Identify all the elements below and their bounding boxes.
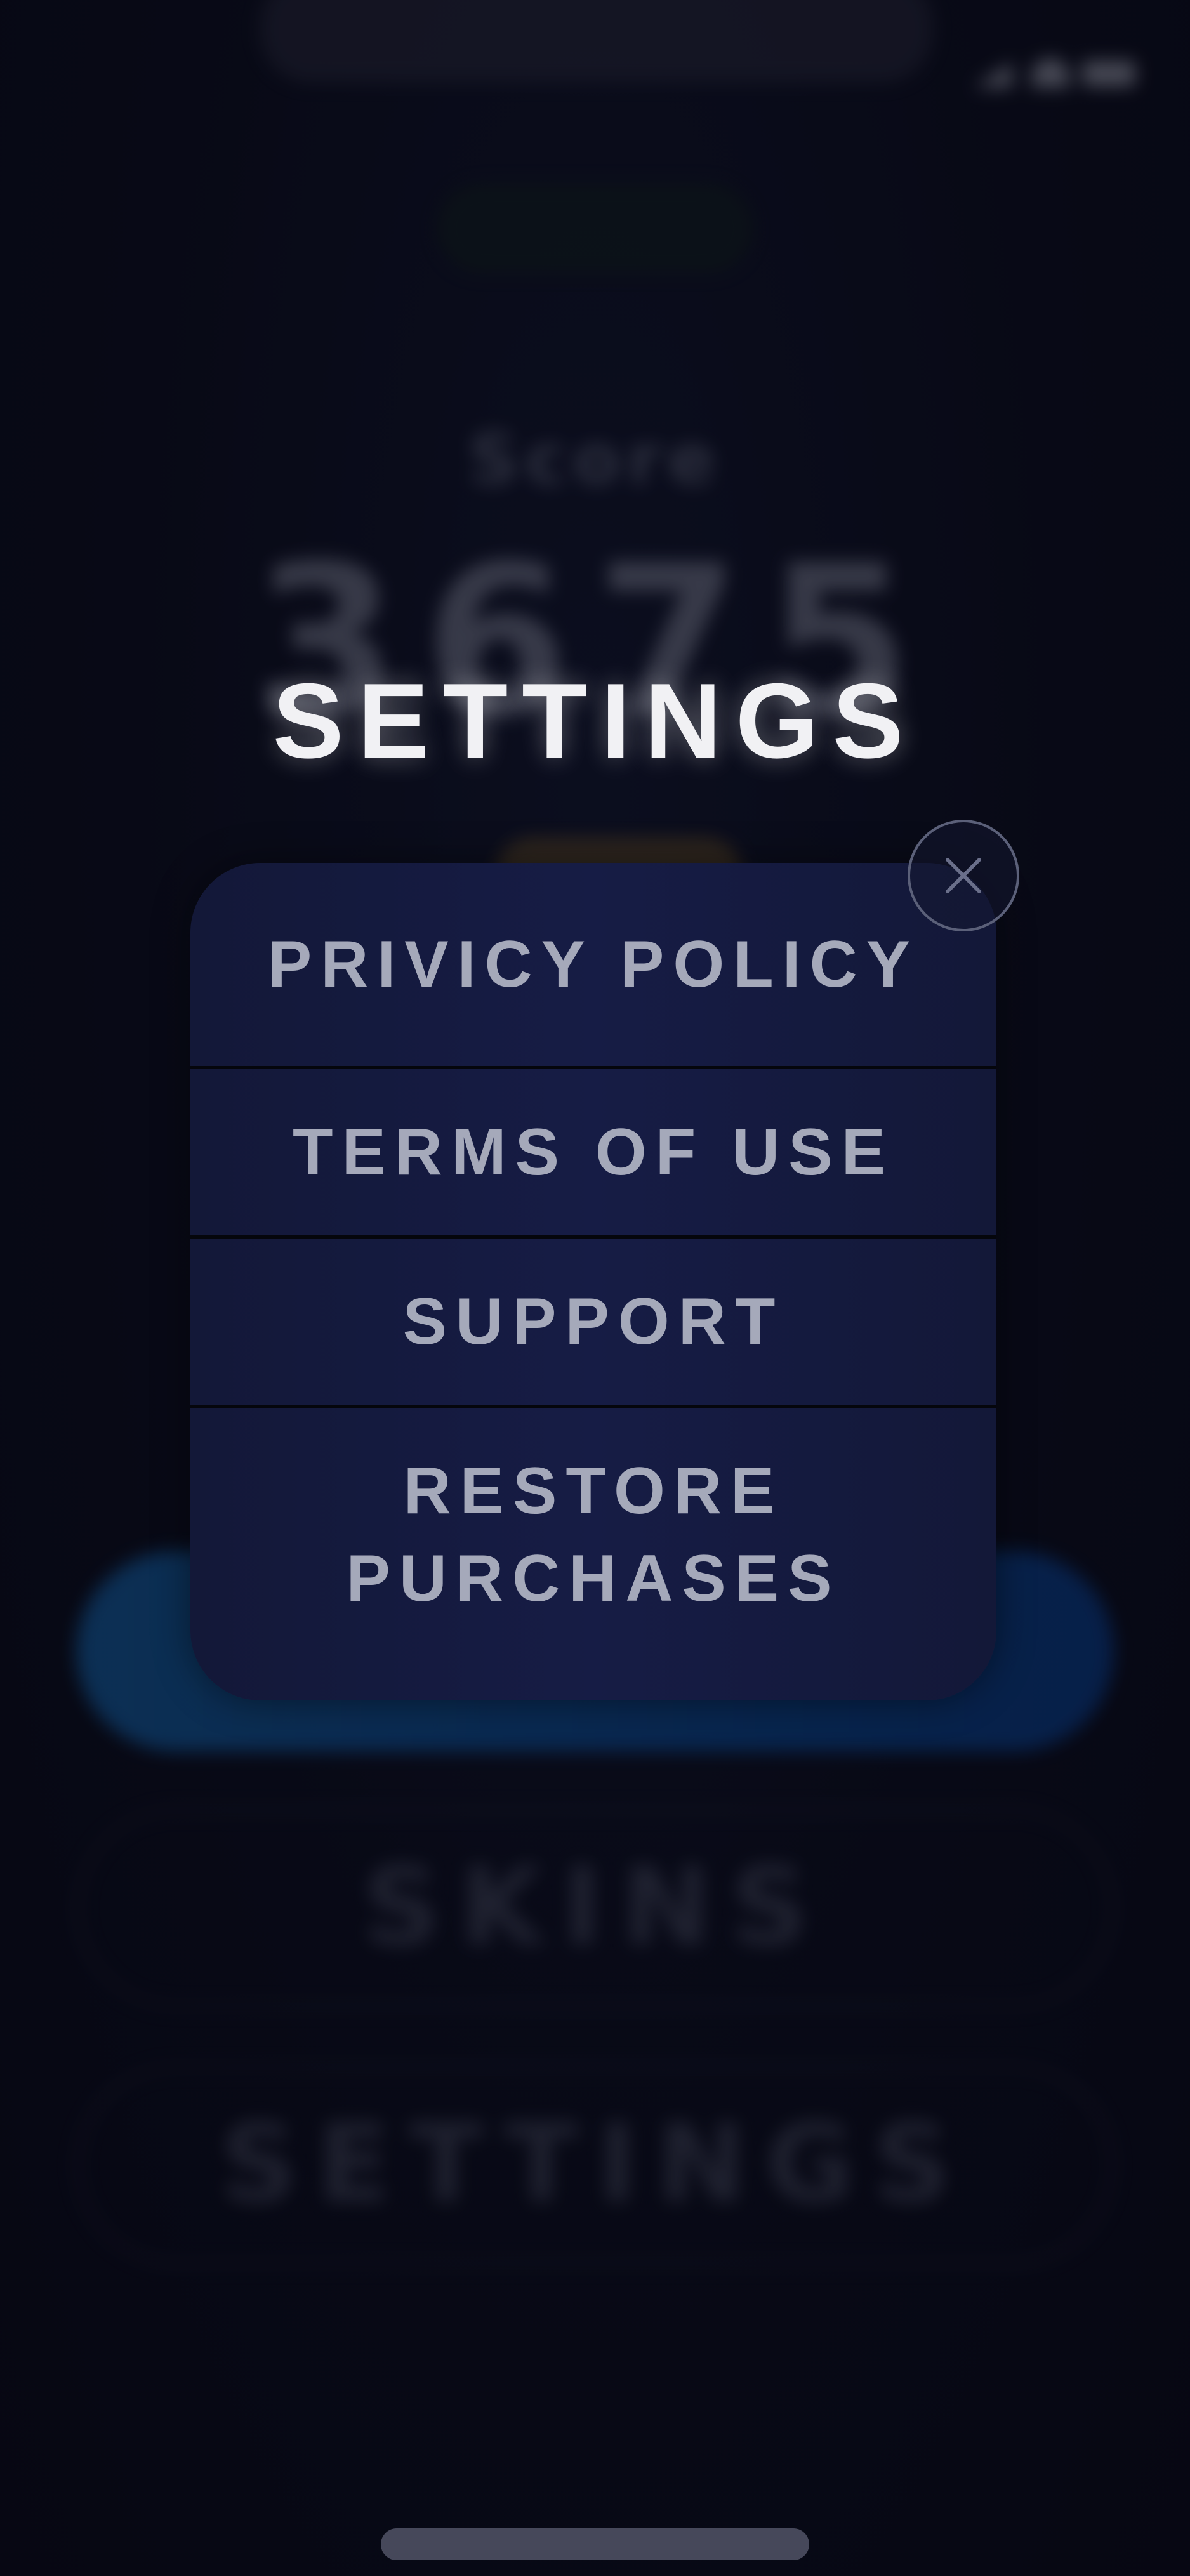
privacy-policy-button[interactable]: PRIVICY POLICY	[190, 863, 996, 1066]
close-button[interactable]	[908, 820, 1019, 931]
support-button[interactable]: SUPPORT	[190, 1239, 996, 1405]
modal-title: SETTINGS	[272, 661, 918, 780]
terms-of-use-button[interactable]: TERMS OF USE	[190, 1069, 996, 1235]
settings-panel: PRIVICY POLICY TERMS OF USE SUPPORT REST…	[190, 863, 996, 1700]
screen: Score 3675 SKINS SETTINGS SETTINGS PRIVI…	[0, 0, 1190, 2576]
close-icon	[946, 858, 981, 893]
restore-purchases-button[interactable]: RESTORE PURCHASES	[190, 1408, 996, 1662]
home-indicator	[381, 2528, 809, 2560]
